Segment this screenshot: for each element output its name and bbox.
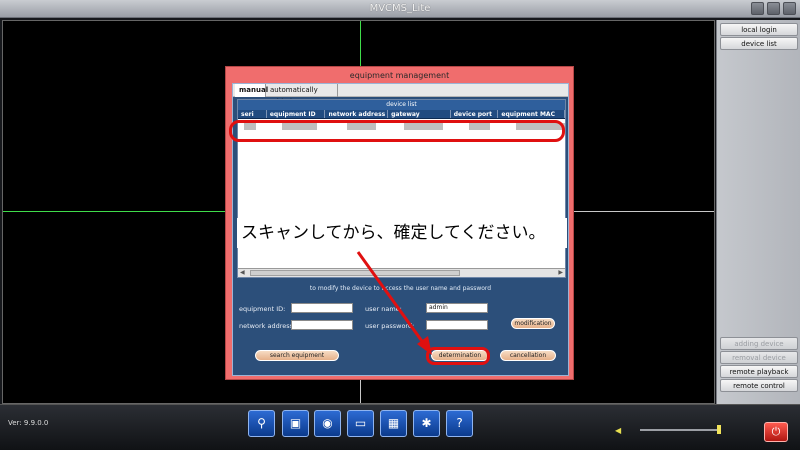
app-window: MVCMS_Lite local login device list addin… [0, 0, 800, 450]
arrow-shaft [356, 251, 426, 345]
annotation-arrow [356, 251, 432, 355]
